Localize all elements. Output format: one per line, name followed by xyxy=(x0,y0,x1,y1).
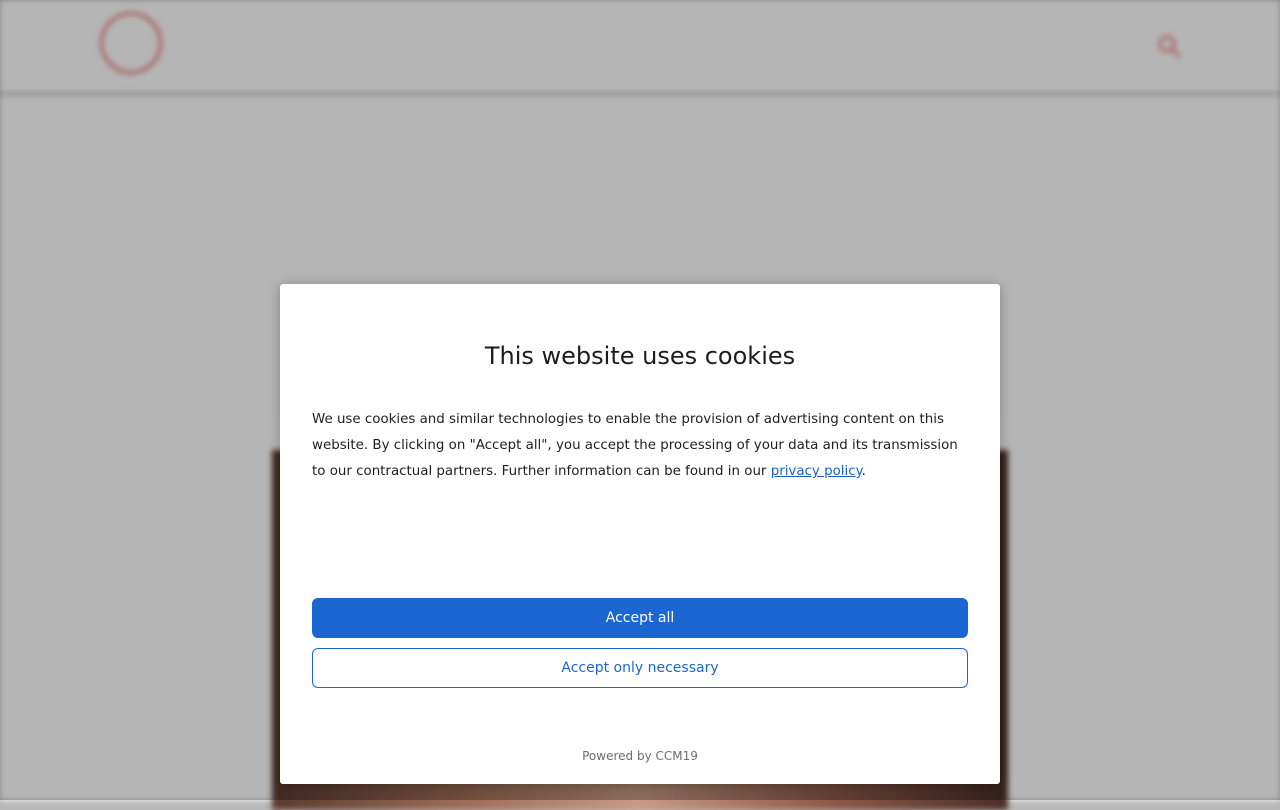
dialog-body-text: We use cookies and similar technologies … xyxy=(312,407,970,485)
cookie-consent-dialog: This website uses cookies We use cookies… xyxy=(280,284,1000,784)
dialog-title: This website uses cookies xyxy=(484,342,796,370)
privacy-policy-link[interactable]: privacy policy xyxy=(771,464,862,479)
accept-all-button[interactable]: Accept all xyxy=(312,598,968,638)
dialog-body-end: . xyxy=(861,464,866,479)
powered-by-label: Powered by CCM19 xyxy=(582,749,698,763)
accept-necessary-button[interactable]: Accept only necessary xyxy=(312,648,968,688)
